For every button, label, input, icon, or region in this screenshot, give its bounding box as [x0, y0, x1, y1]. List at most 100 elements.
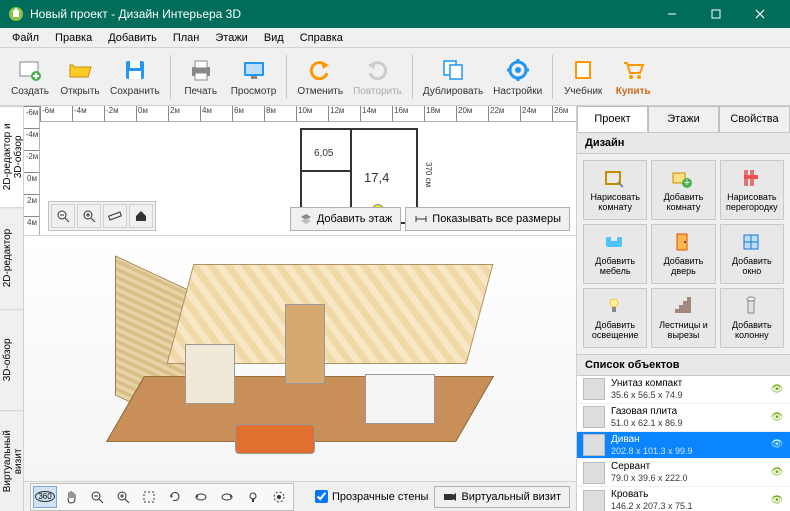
title-bar: Новый проект - Дизайн Интерьера 3D	[0, 0, 790, 28]
object-item[interactable]: Сервант79.0 x 39.6 x 222.0 👁	[577, 459, 790, 487]
close-button[interactable]	[738, 0, 782, 28]
dimension-label: 370 см	[424, 162, 433, 187]
room1-area: 6,05	[314, 148, 333, 159]
show-dims-button[interactable]: Показывать все размеры	[405, 207, 570, 231]
menu-view[interactable]: Вид	[256, 30, 292, 46]
settings-3d-button[interactable]	[267, 486, 291, 508]
duplicate-button[interactable]: Дублировать	[419, 51, 487, 103]
design-tool-2[interactable]: Нарисовать перегородку	[720, 160, 784, 220]
design-section-header: Дизайн	[577, 132, 790, 154]
object-thumb	[583, 462, 605, 484]
design-tool-7[interactable]: Лестницы и вырезы	[651, 288, 715, 348]
orbit-360-button[interactable]: 360	[33, 486, 57, 508]
add-floor-button[interactable]: Добавить этаж	[290, 207, 401, 231]
object-list[interactable]: Унитаз компакт35.6 x 56.5 x 74.9👁Газовая…	[577, 376, 790, 511]
preview-button[interactable]: Просмотр	[227, 51, 281, 103]
tab-2d[interactable]: 2D-редактор	[0, 207, 23, 308]
app-icon	[8, 6, 24, 22]
light-button[interactable]	[241, 486, 265, 508]
save-button[interactable]: Сохранить	[106, 51, 164, 103]
menu-edit[interactable]: Правка	[47, 30, 100, 46]
buy-button[interactable]: Купить	[609, 51, 657, 103]
home-2d-button[interactable]	[129, 204, 153, 228]
design-tool-8[interactable]: Добавить колонну	[720, 288, 784, 348]
object-name: Диван	[611, 434, 764, 446]
virtual-visit-button[interactable]: Виртуальный визит	[434, 486, 570, 508]
object-dimensions: 79.0 x 39.6 x 222.0	[611, 473, 764, 484]
right-panel: Проект Этажи Свойства Дизайн Нарисовать …	[576, 106, 790, 511]
canvas-3d[interactable]	[24, 236, 576, 481]
zoom-in-2d-button[interactable]	[77, 204, 101, 228]
zoom-out-3d-button[interactable]	[85, 486, 109, 508]
tab-3d[interactable]: 3D-обзор	[0, 309, 23, 410]
ruler-horizontal: -6м-4м-2м0м2м4м6м8м10м12м14м16м18м20м22м…	[40, 106, 576, 122]
ruler-vertical: -6м-4м-2м0м2м4м	[24, 106, 40, 235]
rotate-right-button[interactable]	[215, 486, 239, 508]
visibility-icon[interactable]: 👁	[770, 412, 784, 423]
menu-add[interactable]: Добавить	[100, 30, 165, 46]
pan-button[interactable]	[59, 486, 83, 508]
camera-icon	[443, 490, 457, 504]
print-button[interactable]: Печать	[177, 51, 225, 103]
menu-file[interactable]: Файл	[4, 30, 47, 46]
tab-2d-3d[interactable]: 2D-редактор и 3D-обзор	[0, 106, 23, 207]
zoom-in-3d-button[interactable]	[111, 486, 135, 508]
design-tool-6[interactable]: Добавить освещение	[583, 288, 647, 348]
undo-button[interactable]: Отменить	[293, 51, 347, 103]
object-dimensions: 146.2 x 207.3 x 75.1	[611, 501, 764, 511]
object-name: Газовая плита	[611, 406, 764, 418]
canvas-2d[interactable]: 6,05 17,4 370 см Добавить этаж Показыват…	[40, 122, 576, 235]
design-tool-0[interactable]: Нарисовать комнату	[583, 160, 647, 220]
object-item[interactable]: Кровать146.2 x 207.3 x 75.1 👁	[577, 487, 790, 511]
panel-tab-floors[interactable]: Этажи	[648, 106, 719, 132]
object-name: Сервант	[611, 461, 764, 473]
settings-button[interactable]: Настройки	[489, 51, 546, 103]
visibility-icon[interactable]: 👁	[770, 384, 784, 395]
ruler-2d-button[interactable]	[103, 204, 127, 228]
panel-tab-props[interactable]: Свойства	[719, 106, 790, 132]
object-name: Унитаз компакт	[611, 378, 764, 390]
layers-icon	[299, 212, 313, 226]
object-thumb	[583, 490, 605, 511]
room2-area: 17,4	[364, 170, 389, 185]
design-tool-3[interactable]: Добавить мебель	[583, 224, 647, 284]
maximize-button[interactable]	[694, 0, 738, 28]
object-thumb	[583, 378, 605, 400]
design-tool-4[interactable]: Добавить дверь	[651, 224, 715, 284]
redo-button[interactable]: Повторить	[349, 51, 406, 103]
object-item[interactable]: Диван202.8 x 101.3 x 99.9👁	[577, 432, 790, 460]
minimize-button[interactable]	[650, 0, 694, 28]
tutorial-button[interactable]: Учебник	[559, 51, 607, 103]
design-tool-5[interactable]: Добавить окно	[720, 224, 784, 284]
visibility-icon[interactable]: 👁	[770, 467, 784, 478]
visibility-icon[interactable]: 👁	[770, 495, 784, 506]
menu-help[interactable]: Справка	[292, 30, 351, 46]
transparent-walls-checkbox[interactable]: Прозрачные стены	[315, 490, 428, 503]
fit-button[interactable]	[137, 486, 161, 508]
object-thumb	[583, 406, 605, 428]
create-button[interactable]: Создать	[6, 51, 54, 103]
zoom-out-2d-button[interactable]	[51, 204, 75, 228]
left-tab-bar: 2D-редактор и 3D-обзор 2D-редактор 3D-об…	[0, 106, 24, 511]
design-tool-1[interactable]: +Добавить комнату	[651, 160, 715, 220]
open-button[interactable]: Открыть	[56, 51, 104, 103]
menu-floors[interactable]: Этажи	[207, 30, 255, 46]
reset-button[interactable]	[163, 486, 187, 508]
rotate-left-button[interactable]	[189, 486, 213, 508]
object-item[interactable]: Унитаз компакт35.6 x 56.5 x 74.9 👁	[577, 376, 790, 404]
window-title: Новый проект - Дизайн Интерьера 3D	[30, 7, 650, 21]
design-tool-grid: Нарисовать комнату+Добавить комнатуНарис…	[577, 154, 790, 354]
objlist-header: Список объектов	[577, 354, 790, 376]
menu-plan[interactable]: План	[165, 30, 208, 46]
room-3d-model	[85, 244, 515, 474]
object-dimensions: 35.6 x 56.5 x 74.9	[611, 390, 764, 401]
bottom-toolbar: 360 Прозрачные стены Виртуальный визит	[24, 481, 576, 511]
object-thumb	[583, 434, 605, 456]
panel-tab-project[interactable]: Проект	[577, 106, 648, 132]
object-name: Кровать	[611, 489, 764, 501]
object-item[interactable]: Газовая плита51.0 x 62.1 x 86.9 👁	[577, 404, 790, 432]
visibility-icon[interactable]: 👁	[770, 439, 784, 450]
tab-virtual[interactable]: Виртуальный визит	[0, 410, 23, 511]
object-dimensions: 51.0 x 62.1 x 86.9	[611, 418, 764, 429]
svg-text:+: +	[684, 177, 690, 189]
